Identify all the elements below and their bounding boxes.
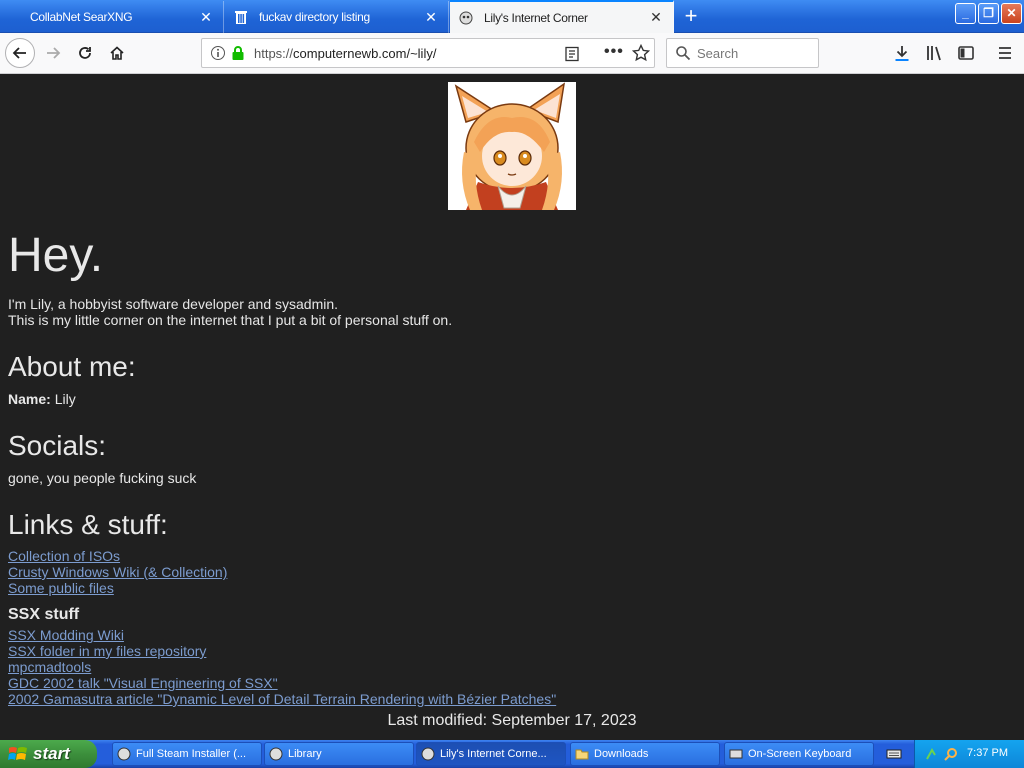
link-ssx-folder[interactable]: SSX folder in my files repository xyxy=(8,643,206,659)
reader-view-icon[interactable] xyxy=(564,46,580,67)
tab-title: fuckav directory listing xyxy=(259,10,370,24)
intro-line: This is my little corner on the internet… xyxy=(8,312,453,328)
intro-line: I'm Lily, a hobbyist software developer … xyxy=(8,296,339,312)
tab-strip: CollabNet SearXNG ✕ fuckav directory lis… xyxy=(0,0,1024,33)
url-bar[interactable]: https://computernewb.com/~lily/ ••• xyxy=(201,38,655,68)
download-icon[interactable] xyxy=(893,44,911,67)
link-public-files[interactable]: Some public files xyxy=(8,580,114,596)
search-icon xyxy=(675,45,691,66)
ssx-heading: SSX stuff xyxy=(8,606,80,623)
taskbar: start Full Steam Installer (... Library … xyxy=(0,740,1024,768)
task-downloads[interactable]: Downloads xyxy=(570,742,720,766)
keyboard-layout-icon[interactable] xyxy=(886,747,902,766)
search-tray-icon[interactable] xyxy=(943,746,959,765)
task-on-screen-keyboard[interactable]: On-Screen Keyboard xyxy=(724,742,874,766)
socials-heading: Socials: xyxy=(8,430,107,461)
close-icon[interactable]: ✕ xyxy=(195,9,217,26)
tab-lilys-internet-corner[interactable]: Lily's Internet Corner ✕ xyxy=(450,0,674,33)
keyboard-icon xyxy=(729,747,743,761)
url-text[interactable]: https://computernewb.com/~lily/ xyxy=(254,46,436,61)
maximize-button[interactable]: ❐ xyxy=(978,3,999,24)
link-gdc-2002-talk[interactable]: GDC 2002 talk "Visual Engineering of SSX… xyxy=(8,675,278,691)
task-label: Library xyxy=(288,748,322,760)
tab-collabnet-searxng[interactable]: CollabNet SearXNG ✕ xyxy=(0,1,224,33)
firefox-library-icon xyxy=(269,747,283,761)
page-content: Hey. I'm Lily, a hobbyist software devel… xyxy=(0,75,1024,740)
url-scheme: https:// xyxy=(254,46,294,61)
hamburger-menu-icon[interactable] xyxy=(996,44,1014,67)
tab-fuckav-directory-listing[interactable]: fuckav directory listing ✕ xyxy=(225,1,449,33)
back-arrow-icon xyxy=(12,47,26,59)
link-collection-of-isos[interactable]: Collection of ISOs xyxy=(8,548,120,564)
name-label: Name: xyxy=(8,391,51,407)
forward-arrow-icon xyxy=(47,47,61,59)
task-label: Lily's Internet Corne... xyxy=(440,748,547,760)
task-label: Downloads xyxy=(594,748,649,760)
tab-title: Lily's Internet Corner xyxy=(484,10,588,25)
folder-icon xyxy=(575,747,589,761)
steam-app-icon xyxy=(117,747,131,761)
socials-text: gone, you people fucking suck xyxy=(8,470,197,486)
task-lilys-internet-corner[interactable]: Lily's Internet Corne... xyxy=(416,742,566,766)
search-input[interactable] xyxy=(697,46,807,61)
windows-logo-icon xyxy=(8,747,27,760)
name-line: Name: Lily xyxy=(8,391,76,407)
back-button[interactable] xyxy=(5,38,35,68)
tab-title: CollabNet SearXNG xyxy=(30,10,133,24)
home-icon xyxy=(110,46,124,60)
new-tab-button[interactable]: + xyxy=(677,3,705,31)
task-label: Full Steam Installer (... xyxy=(136,748,247,760)
system-tray: 7:37 PM xyxy=(914,740,1024,768)
last-modified-footer: Last modified: September 17, 2023 xyxy=(387,712,637,729)
link-crusty-windows-wiki[interactable]: Crusty Windows Wiki (& Collection) xyxy=(8,564,227,580)
reload-icon xyxy=(79,47,91,59)
start-label: start xyxy=(33,744,70,763)
start-button[interactable]: start xyxy=(0,740,97,768)
bookmark-star-icon[interactable] xyxy=(631,43,651,67)
network-icon[interactable] xyxy=(925,746,941,765)
info-icon[interactable] xyxy=(210,45,226,66)
library-icon[interactable] xyxy=(925,44,943,67)
trash-icon xyxy=(233,9,249,25)
reload-button[interactable] xyxy=(70,38,100,68)
close-icon[interactable]: ✕ xyxy=(420,9,442,26)
link-gamasutra-article[interactable]: 2002 Gamasutra article "Dynamic Level of… xyxy=(8,691,556,707)
search-bar[interactable] xyxy=(666,38,819,68)
task-label: On-Screen Keyboard xyxy=(748,748,852,760)
close-window-button[interactable]: ✕ xyxy=(1001,3,1022,24)
about-heading: About me: xyxy=(8,351,136,382)
link-mpcmadtools[interactable]: mpcmadtools xyxy=(8,659,91,675)
name-value: Lily xyxy=(54,391,76,407)
forward-button[interactable] xyxy=(38,38,68,68)
home-button[interactable] xyxy=(102,38,132,68)
page-actions-icon[interactable]: ••• xyxy=(604,43,624,61)
page-heading: Hey. xyxy=(8,229,104,282)
link-ssx-modding-wiki[interactable]: SSX Modding Wiki xyxy=(8,627,124,643)
task-steam-installer[interactable]: Full Steam Installer (... xyxy=(112,742,262,766)
minimize-button[interactable]: _ xyxy=(955,3,976,24)
close-icon[interactable]: ✕ xyxy=(645,9,667,26)
navigation-toolbar: https://computernewb.com/~lily/ ••• xyxy=(0,33,1024,74)
links-heading: Links & stuff: xyxy=(8,509,168,540)
task-library[interactable]: Library xyxy=(264,742,414,766)
avatar-image xyxy=(448,82,576,210)
url-host-path: computernewb.com/~lily/ xyxy=(293,46,437,61)
browser-window-icon xyxy=(421,747,435,761)
clock[interactable]: 7:37 PM xyxy=(967,747,1008,759)
favicon-icon xyxy=(458,10,474,26)
sidebar-icon[interactable] xyxy=(957,44,975,67)
lock-icon xyxy=(231,45,245,66)
